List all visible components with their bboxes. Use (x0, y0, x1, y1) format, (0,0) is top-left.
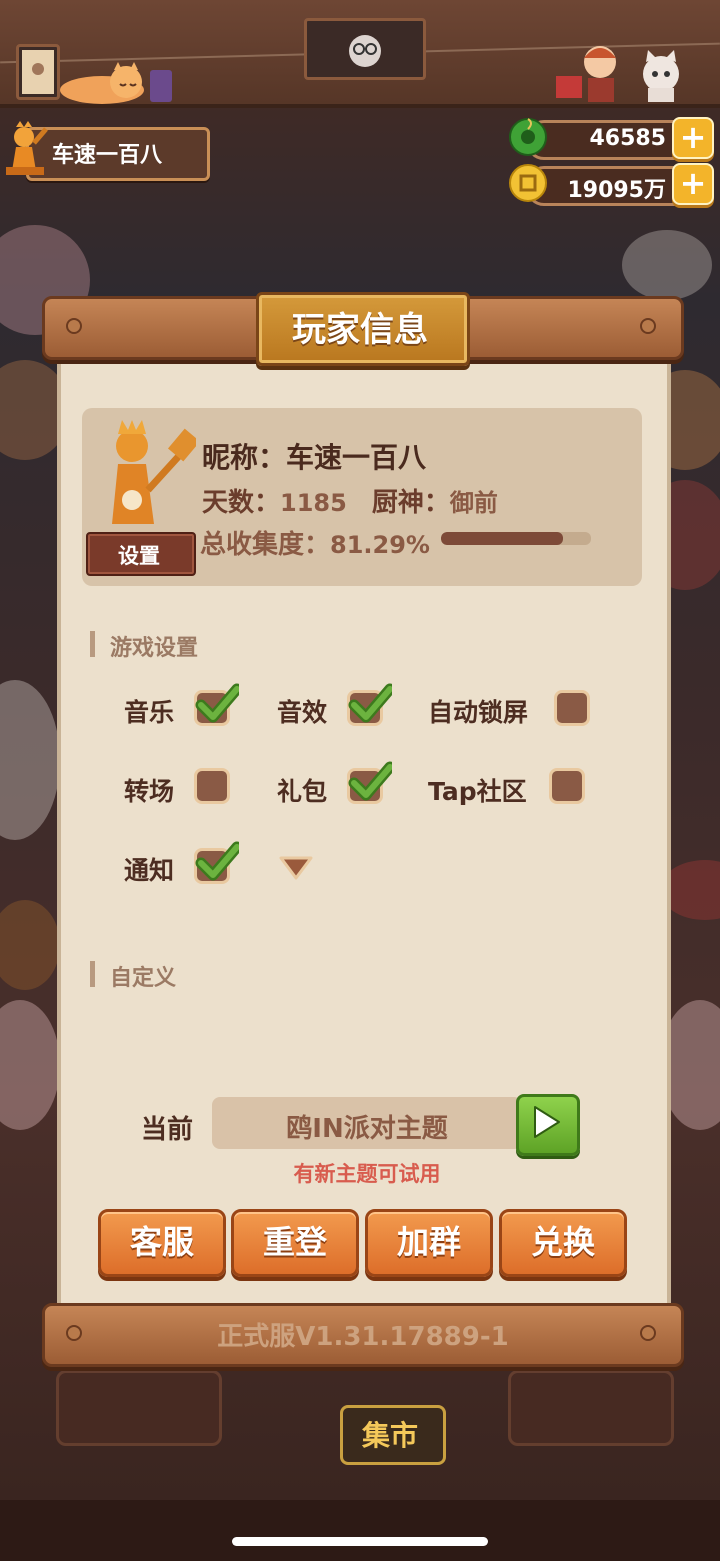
option-label-gift: 礼包 (277, 777, 328, 806)
chevron-down-icon[interactable] (278, 854, 314, 882)
nickname-value: 车速一百八 (286, 441, 427, 474)
check-icon (195, 841, 239, 881)
collection-value: 81.29% (330, 531, 430, 559)
bottom-floor (0, 1500, 720, 1561)
section-marker (90, 961, 95, 987)
relogin-button[interactable]: 重登 (231, 1209, 359, 1277)
transition-checkbox[interactable] (194, 768, 230, 804)
collection-progress-fill (441, 532, 563, 545)
wall-frame-icon (16, 44, 60, 100)
add-coin-button[interactable]: + (672, 163, 714, 205)
dialog-title: 玩家信息 (292, 310, 428, 350)
nickname-row: 昵称：车速一百八 (202, 436, 426, 476)
option-label-notification: 通知 (124, 856, 175, 885)
hanging-portrait-frame[interactable] (304, 18, 426, 80)
custom-section-title: 自定义 (110, 966, 177, 991)
collection-progress-bar (441, 532, 591, 545)
market-stand-left[interactable] (56, 1370, 222, 1446)
tap-community-checkbox[interactable] (549, 768, 585, 804)
gift-checkbox[interactable] (347, 761, 392, 804)
customer-service-button[interactable]: 客服 (98, 1209, 226, 1277)
market-stand-right[interactable] (508, 1370, 674, 1446)
option-label-sfx: 音效 (277, 698, 328, 727)
version-label: 正式服V1.31.17889-1 (217, 1322, 509, 1352)
option-label-music: 音乐 (124, 698, 175, 727)
days-chef-row: 天数：1185 厨神：御前 (202, 482, 498, 519)
auto-lock-checkbox[interactable] (554, 690, 590, 726)
chef-statue-avatar[interactable] (96, 420, 201, 530)
theme-play-button[interactable] (516, 1094, 580, 1156)
check-icon (348, 761, 392, 801)
home-indicator[interactable] (232, 1537, 488, 1546)
game-settings-title: 游戏设置 (110, 636, 199, 661)
chef-trophy-icon (4, 121, 48, 177)
option-label-tap-community: Tap社区 (428, 777, 527, 806)
orange-cat-icon[interactable] (56, 62, 148, 104)
theme-name: 鸥IN派对主题 (286, 1114, 448, 1144)
collection-label: 总收集度： (200, 530, 331, 560)
coin-amount: 19095万 (567, 178, 666, 203)
chef-rank-value: 御前 (449, 489, 498, 517)
coin-icon (508, 163, 548, 203)
join-group-button[interactable]: 加群 (365, 1209, 493, 1277)
nickname-label: 昵称： (202, 441, 287, 474)
days-value: 1185 (280, 489, 347, 517)
avatar-settings-label: 设置 (118, 544, 160, 568)
section-marker (90, 631, 95, 657)
new-theme-hint: 有新主题可试用 (293, 1162, 441, 1186)
add-jade-button[interactable]: + (672, 117, 714, 159)
sfx-checkbox[interactable] (347, 683, 392, 726)
white-cat-character-icon[interactable] (636, 50, 686, 104)
option-label-transition: 转场 (124, 777, 175, 806)
rod-nail-icon (640, 318, 656, 334)
music-checkbox[interactable] (194, 683, 239, 726)
jade-icon (508, 117, 548, 157)
chef-boy-character-icon[interactable] (552, 40, 626, 104)
jade-amount: 46585 (589, 126, 666, 151)
chef-rank-label: 厨神： (371, 488, 450, 518)
side-chat-bubble-icon[interactable] (622, 230, 712, 300)
redeem-button[interactable]: 兑换 (499, 1209, 627, 1277)
days-label: 天数： (202, 488, 281, 518)
current-theme-label: 当前 (141, 1115, 194, 1145)
market-sign-label: 集市 (361, 1419, 418, 1452)
check-icon (195, 683, 239, 723)
purple-box-icon (150, 70, 172, 102)
option-label-auto-lock: 自动锁屏 (428, 698, 529, 727)
player-name: 车速一百八 (52, 143, 163, 168)
rod-nail-icon (66, 318, 82, 334)
notification-checkbox[interactable] (194, 841, 239, 884)
check-icon (348, 683, 392, 723)
collection-row: 总收集度：81.29% (200, 524, 430, 561)
